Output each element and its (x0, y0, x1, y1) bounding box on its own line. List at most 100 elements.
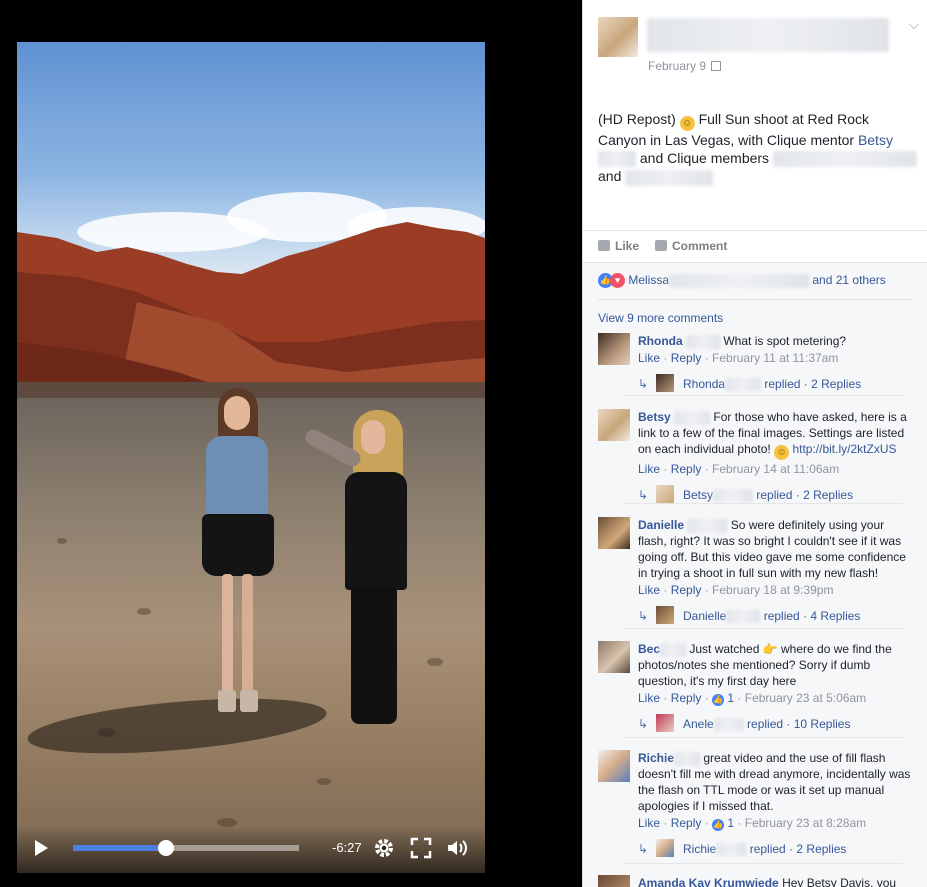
comment-author[interactable]: Richie (638, 751, 674, 765)
divider (598, 299, 913, 300)
time-remaining: -6:27 (332, 840, 362, 855)
progress-fill (73, 845, 166, 851)
reply-arrow-icon: ↳ (638, 717, 649, 731)
woman-in-denim-shirt (202, 388, 274, 718)
photo-viewer: -6:27 ⌵ February 9 (HD Repost) ☺ Full Su… (0, 0, 927, 887)
comment-time[interactable]: February 18 at 9:39pm (712, 583, 833, 597)
reply-arrow-icon: ↳ (638, 842, 649, 856)
comment-like-link[interactable]: Like (638, 351, 660, 365)
play-icon[interactable] (35, 840, 48, 856)
avatar[interactable] (598, 875, 630, 887)
redacted-name (686, 334, 721, 349)
comment-like-count[interactable]: 1 (727, 816, 734, 830)
redacted-name (772, 151, 917, 168)
replies-link[interactable]: ↳ Danielle replied · 4 Replies (638, 606, 916, 624)
video-progress-bar[interactable] (73, 840, 299, 856)
comment-reply-link[interactable]: Reply (671, 351, 702, 365)
comment-time[interactable]: February 11 at 11:37am (712, 351, 838, 365)
comment-author[interactable]: Amanda Kay Krumwiede (638, 876, 779, 887)
avatar (656, 714, 674, 732)
avatar (656, 606, 674, 624)
volume-icon[interactable] (445, 836, 469, 860)
comment-like-link[interactable]: Like (638, 816, 660, 830)
gear-icon[interactable] (372, 836, 396, 860)
avatar (656, 485, 674, 503)
redacted-name (687, 518, 728, 533)
comment-like-link[interactable]: Like (638, 462, 660, 476)
comment-reply-link[interactable]: Reply (671, 691, 702, 705)
comment-icon (655, 240, 667, 251)
avatar (656, 374, 674, 392)
divider (623, 503, 903, 504)
comment-author[interactable]: Bec (638, 642, 660, 656)
comment-time[interactable]: February 23 at 5:06am (745, 691, 866, 705)
post-panel: ⌵ February 9 (HD Repost) ☺ Full Sun shoo… (582, 0, 927, 887)
video-area: -6:27 (0, 0, 582, 887)
avatar[interactable] (598, 641, 630, 673)
like-count-icon: 👍 (712, 694, 725, 706)
calendar-icon (711, 61, 722, 71)
red-rock-formation (17, 222, 485, 402)
post-text: (HD Repost) ☺ Full Sun shoot at Red Rock… (598, 110, 918, 186)
reply-arrow-icon: ↳ (638, 488, 649, 502)
reactions-summary[interactable]: 👍 ♥ Melissa and 21 others (598, 273, 913, 289)
avatar[interactable] (598, 517, 630, 549)
divider (623, 628, 903, 629)
comment-time[interactable]: February 14 at 11:06am (712, 462, 839, 476)
video-player[interactable] (17, 42, 485, 873)
pebble (317, 778, 331, 785)
love-reaction-icon: ♥ (610, 273, 625, 289)
comment-time[interactable]: February 23 at 8:28am (745, 816, 866, 830)
redacted-name (660, 642, 687, 657)
replies-link[interactable]: ↳ Betsy replied · 2 Replies (638, 485, 916, 503)
comment-author[interactable]: Betsy (638, 410, 671, 424)
avatar[interactable] (598, 750, 630, 782)
fullscreen-icon[interactable] (409, 836, 433, 860)
redacted-name (598, 151, 636, 168)
smile-emoji-icon: ☺ (774, 445, 790, 460)
pebble (57, 538, 67, 544)
thumbs-up-icon (598, 240, 610, 251)
redacted-name (674, 751, 701, 766)
comment-reply-link[interactable]: Reply (671, 816, 702, 830)
replies-link[interactable]: ↳ Anele replied · 10 Replies (638, 714, 916, 732)
avatar[interactable] (598, 333, 630, 365)
reply-arrow-icon: ↳ (638, 377, 649, 391)
comment-reply-link[interactable]: Reply (671, 462, 702, 476)
pebble (137, 608, 151, 615)
avatar (656, 839, 674, 857)
comment-like-link[interactable]: Like (638, 691, 660, 705)
progress-knob[interactable] (157, 840, 174, 856)
comment-button[interactable]: Comment (655, 239, 727, 253)
woman-pointing (302, 410, 417, 750)
reply-arrow-icon: ↳ (638, 609, 649, 623)
redacted-name (674, 410, 711, 425)
comment-reply-link[interactable]: Reply (671, 583, 702, 597)
comment-author[interactable]: Danielle (638, 518, 684, 532)
divider (623, 395, 903, 396)
comment-like-count[interactable]: 1 (727, 691, 734, 705)
redacted-name (669, 273, 810, 288)
comment-url-link[interactable]: http://bit.ly/2ktZxUS (792, 442, 896, 456)
author-name-redacted (647, 18, 889, 52)
divider (623, 863, 903, 864)
replies-link[interactable]: ↳ Rhonda replied · 2 Replies (638, 374, 916, 392)
divider (623, 737, 903, 738)
replies-link[interactable]: ↳ Richie replied · 2 Replies (638, 839, 916, 857)
comment-author[interactable]: Rhonda (638, 334, 683, 348)
comment-like-link[interactable]: Like (638, 583, 660, 597)
post-date[interactable]: February 9 (648, 59, 722, 73)
like-button[interactable]: Like (598, 239, 639, 253)
video-controls: -6:27 (17, 826, 485, 873)
author-avatar[interactable] (598, 17, 638, 57)
smile-emoji-icon: ☺ (679, 116, 695, 131)
post-actions: Like Comment (583, 230, 927, 260)
like-count-icon: 👍 (712, 819, 725, 831)
view-more-comments-link[interactable]: View 9 more comments (598, 311, 723, 325)
mentor-link[interactable]: Betsy (858, 132, 893, 148)
pebble (427, 658, 443, 666)
redacted-name (625, 169, 714, 186)
chevron-down-icon[interactable]: ⌵ (909, 17, 919, 33)
avatar[interactable] (598, 409, 630, 441)
comments-area: 👍 ♥ Melissa and 21 others View 9 more com… (583, 262, 927, 887)
